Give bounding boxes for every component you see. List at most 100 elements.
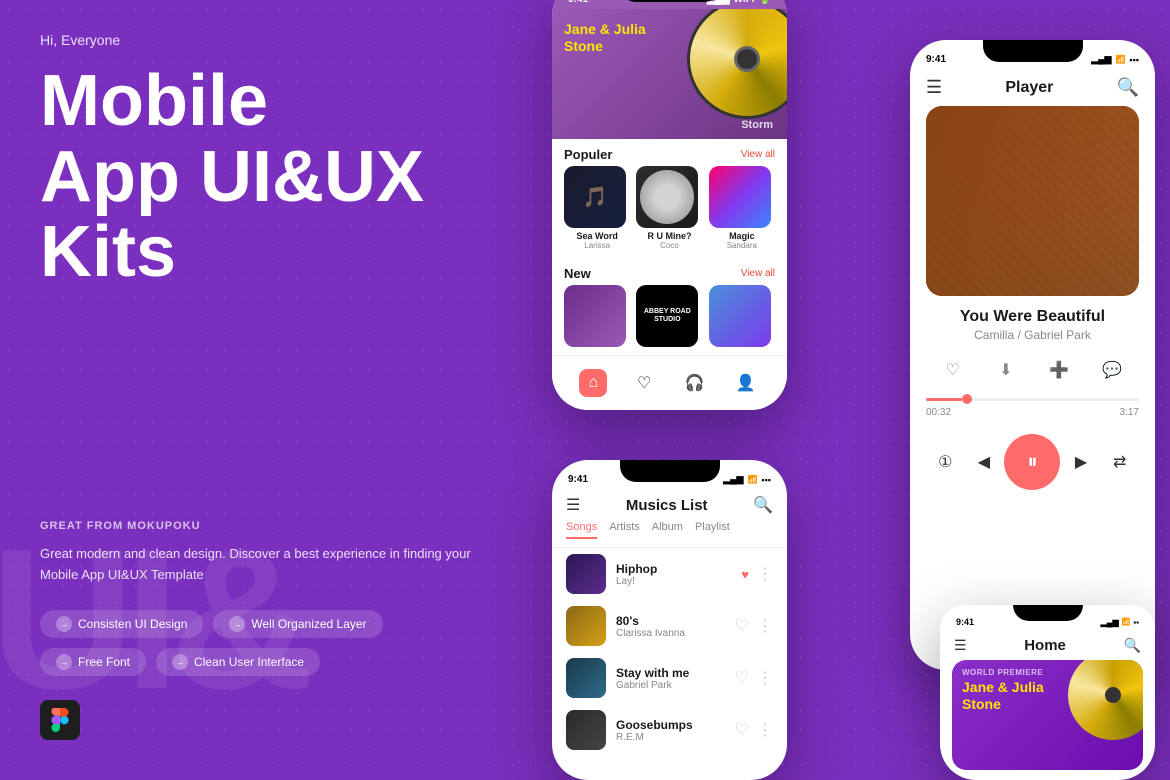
album-thumb-sea-word bbox=[564, 166, 626, 228]
home-header: ☰ Home 🔍 bbox=[940, 631, 1155, 660]
signal-icon: ▂▄▆ bbox=[707, 0, 729, 5]
shuffle-icon[interactable]: ⇄ bbox=[1102, 444, 1138, 480]
chat-action-btn[interactable]: 💬 bbox=[1096, 354, 1128, 386]
home-card[interactable]: WORLD PREMIERE Jane & Julia Stone bbox=[952, 660, 1143, 770]
new-album-abbey[interactable]: ABBEY ROAD STUDIO bbox=[636, 285, 702, 350]
tag-well-organized[interactable]: → Well Organized Layer bbox=[213, 610, 382, 638]
new-album-3[interactable] bbox=[709, 285, 775, 350]
arrow-icon: → bbox=[229, 616, 245, 632]
song-name: Hiphop bbox=[616, 562, 731, 576]
song-item-80s[interactable]: 80's Clarissa Ivanna ♡ ⋮ bbox=[552, 600, 787, 652]
tag-label: Free Font bbox=[78, 655, 130, 669]
status-time: 9:41 bbox=[568, 474, 588, 485]
tab-artists[interactable]: Artists bbox=[609, 521, 640, 539]
new-title: New bbox=[564, 266, 591, 281]
phones-area: 9:41 ▂▄▆ WiFi 🔋 Jane & JuliaStone Storm bbox=[470, 0, 1170, 780]
arrow-icon: → bbox=[56, 616, 72, 632]
prev-icon[interactable]: ◀ bbox=[966, 444, 1002, 480]
phone-player: 9:41 ▂▄▆ 📶 ▪▪▪ ☰ Player 🔍 You Were Beaut… bbox=[910, 40, 1155, 670]
song-list: Hiphop Lay! ♥ ⋮ 80's Clarissa Ivanna bbox=[552, 548, 787, 756]
album-item-rumine[interactable]: R U Mine? Coco bbox=[636, 166, 702, 250]
progress-bar[interactable] bbox=[926, 398, 1139, 401]
new-grid: ABBEY ROAD STUDIO bbox=[552, 285, 787, 350]
popular-header: Populer View all bbox=[552, 139, 787, 166]
more-icon[interactable]: ⋮ bbox=[757, 564, 773, 584]
tab-songs[interactable]: Songs bbox=[566, 521, 597, 539]
home-inner: 9:41 ▂▄▆ 📶 ▪▪ ☰ Home 🔍 WORLD PREMIERE Ja… bbox=[940, 605, 1155, 770]
tag-label: Clean User Interface bbox=[194, 655, 304, 669]
album-item-sea-word[interactable]: Sea Word Larissa bbox=[564, 166, 630, 250]
menu-icon[interactable]: ☰ bbox=[566, 495, 580, 515]
time-current: 00:32 bbox=[926, 407, 951, 418]
add-action-btn[interactable]: ➕ bbox=[1043, 354, 1075, 386]
album-artist: Larissa bbox=[564, 241, 630, 250]
wifi-icon: WiFi bbox=[734, 0, 755, 5]
album-item-magic[interactable]: Magic Sandara bbox=[709, 166, 775, 250]
tag-consistent-ui[interactable]: → Consisten UI Design bbox=[40, 610, 203, 638]
hero-card[interactable]: Jane & JuliaStone Storm bbox=[552, 9, 787, 139]
arrow-icon: → bbox=[56, 654, 72, 670]
song-info: Stay with me Gabriel Park bbox=[616, 666, 725, 691]
heart-icon[interactable]: ♥ bbox=[741, 567, 749, 582]
more-icon[interactable]: ⋮ bbox=[757, 668, 773, 688]
song-item-staywithme[interactable]: Stay with me Gabriel Park ♡ ⋮ bbox=[552, 652, 787, 704]
album-name: Magic bbox=[709, 231, 775, 241]
player-inner: 9:41 ▂▄▆ 📶 ▪▪▪ ☰ Player 🔍 You Were Beaut… bbox=[910, 40, 1155, 490]
song-thumb-80s bbox=[566, 606, 606, 646]
player-actions: ♡ ⬇ ➕ 💬 bbox=[910, 354, 1155, 386]
nav-music-icon[interactable]: 🎧 bbox=[681, 369, 709, 397]
heart-icon[interactable]: ♡ bbox=[735, 720, 749, 740]
song-actions: ♡ ⋮ bbox=[735, 668, 773, 688]
song-item-hiphop[interactable]: Hiphop Lay! ♥ ⋮ bbox=[552, 548, 787, 600]
song-info: 80's Clarissa Ivanna bbox=[616, 614, 725, 639]
next-icon[interactable]: ▶ bbox=[1063, 444, 1099, 480]
figma-icon bbox=[40, 700, 80, 740]
play-pause-button[interactable]: ⏸ bbox=[1004, 434, 1060, 490]
phone-notch bbox=[620, 0, 720, 2]
left-panel: Hi, Everyone Mobile App UI&UX Kits UI& G… bbox=[0, 0, 530, 780]
more-icon[interactable]: ⋮ bbox=[757, 720, 773, 740]
heart-action-btn[interactable]: ♡ bbox=[937, 354, 969, 386]
menu-icon[interactable]: ☰ bbox=[926, 77, 942, 98]
album-artist: Coco bbox=[636, 241, 702, 250]
album-thumb-magic bbox=[709, 166, 771, 228]
new-view-all[interactable]: View all bbox=[741, 268, 775, 279]
phone-notch bbox=[1013, 605, 1083, 621]
song-item-goosebumps[interactable]: Goosebumps R.E.M ♡ ⋮ bbox=[552, 704, 787, 756]
nav-home-icon[interactable]: ⌂ bbox=[579, 369, 607, 397]
new-header: New View all bbox=[552, 258, 787, 285]
phone-notch bbox=[983, 40, 1083, 62]
search-icon[interactable]: 🔍 bbox=[1124, 637, 1141, 654]
song-actions: ♡ ⋮ bbox=[735, 720, 773, 740]
search-icon[interactable]: 🔍 bbox=[1117, 77, 1139, 98]
arrow-icon: → bbox=[172, 654, 188, 670]
player-song-title: You Were Beautiful bbox=[910, 308, 1155, 326]
tab-album[interactable]: Album bbox=[652, 521, 683, 539]
search-icon[interactable]: 🔍 bbox=[753, 495, 773, 515]
new-album-1[interactable] bbox=[564, 285, 630, 350]
heart-icon[interactable]: ♡ bbox=[735, 668, 749, 688]
list-title: Musics List bbox=[626, 497, 708, 514]
nav-profile-icon[interactable]: 👤 bbox=[732, 369, 760, 397]
status-time: 9:41 bbox=[956, 617, 974, 627]
list-header: ☰ Musics List 🔍 bbox=[552, 489, 787, 521]
progress-area[interactable]: 00:32 3:17 bbox=[910, 398, 1155, 418]
menu-icon[interactable]: ☰ bbox=[954, 637, 967, 654]
status-time: 9:41 bbox=[926, 54, 946, 65]
heart-icon[interactable]: ♡ bbox=[735, 616, 749, 636]
description-text: Great modern and clean design. Discover … bbox=[40, 544, 480, 586]
song-name: Goosebumps bbox=[616, 718, 725, 732]
greeting-text: Hi, Everyone bbox=[40, 32, 490, 48]
tag-free-font[interactable]: → Free Font bbox=[40, 648, 146, 676]
list-inner: 9:41 ▂▄▆ 📶 ▪▪▪ ☰ Musics List 🔍 Songs Art… bbox=[552, 460, 787, 756]
tag-clean-ui[interactable]: → Clean User Interface bbox=[156, 648, 320, 676]
more-icon[interactable]: ⋮ bbox=[757, 616, 773, 636]
popular-view-all[interactable]: View all bbox=[741, 149, 775, 160]
repeat-icon[interactable]: ① bbox=[927, 444, 963, 480]
tab-playlist[interactable]: Playlist bbox=[695, 521, 730, 539]
download-action-btn[interactable]: ⬇ bbox=[990, 354, 1022, 386]
status-icons: ▂▄▆ 📶 ▪▪ bbox=[1101, 618, 1139, 627]
battery-icon: ▪▪▪ bbox=[1129, 55, 1139, 65]
nav-heart-icon[interactable]: ♡ bbox=[630, 369, 658, 397]
player-artist: Camilla / Gabriel Park bbox=[910, 328, 1155, 342]
